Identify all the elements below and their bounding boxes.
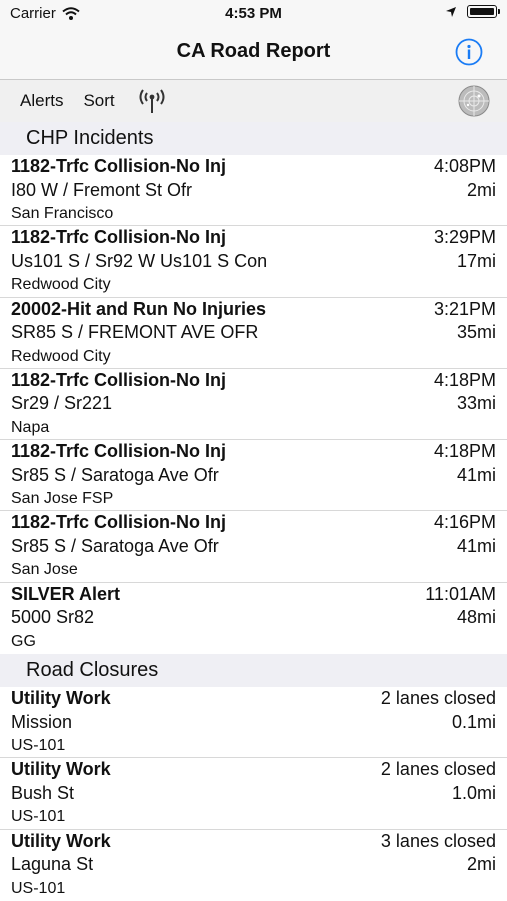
incident-distance: 17mi bbox=[456, 250, 496, 271]
info-icon[interactable] bbox=[455, 38, 483, 66]
toolbar: Alerts Sort bbox=[0, 80, 507, 122]
closure-distance: 0.1mi bbox=[451, 711, 496, 732]
incident-road: Sr85 S / Saratoga Ave Ofr bbox=[11, 535, 219, 556]
incident-road: Sr85 S / Saratoga Ave Ofr bbox=[11, 464, 219, 485]
closure-distance: 2mi bbox=[466, 854, 496, 875]
incident-time: 3:29PM bbox=[433, 227, 496, 248]
incident-title: 1182-Trfc Collision-No Inj bbox=[11, 512, 227, 533]
incident-location: Redwood City bbox=[11, 276, 111, 294]
incident-distance: 48mi bbox=[456, 607, 496, 628]
incident-row[interactable]: 1182-Trfc Collision-No Inj 4:18PM Sr29 / S… bbox=[0, 369, 507, 441]
incident-location: San Francisco bbox=[11, 205, 114, 222]
antenna-icon[interactable] bbox=[135, 86, 169, 116]
incident-title: 1182-Trfc Collision-No Inj bbox=[11, 369, 227, 390]
section-header-closures: Road Closures bbox=[0, 654, 507, 688]
incident-row[interactable]: 20002-Hit and Run No Injuries 3:21PM SR85 … bbox=[0, 298, 507, 369]
incident-title: 20002-Hit and Run No Injuries bbox=[11, 298, 267, 319]
closure-status: 2 lanes closed bbox=[380, 759, 496, 780]
incident-row[interactable]: 1182-Trfc Collision-No Inj 3:29PM Us101 S … bbox=[0, 226, 507, 298]
incident-time: 11:01AM bbox=[425, 583, 496, 604]
status-time: 4:53 PM bbox=[225, 5, 282, 22]
incident-location: San Jose FSP bbox=[11, 490, 114, 508]
incident-distance: 33mi bbox=[456, 393, 496, 414]
incident-location: Redwood City bbox=[11, 347, 111, 365]
closure-row[interactable]: Utility Work 2 lanes closed Bush St 1.0mi US… bbox=[0, 758, 507, 830]
closure-row[interactable]: Utility Work 2 lanes closed Mission 0.1mi US… bbox=[0, 687, 507, 759]
closure-route: US-101 bbox=[11, 879, 66, 897]
page-title: CA Road Report bbox=[176, 40, 331, 62]
incident-distance: 41mi bbox=[456, 464, 496, 485]
incident-road: Us101 S / Sr92 W Us101 S Con bbox=[11, 250, 268, 271]
status-bar: Carrier 4:53 PM bbox=[0, 0, 507, 28]
incident-title: SILVER Alert bbox=[11, 583, 121, 604]
sort-button[interactable]: Sort bbox=[83, 91, 114, 111]
incident-title: 1182-Trfc Collision-No Inj bbox=[11, 227, 227, 248]
incident-location: Napa bbox=[11, 418, 50, 436]
closure-status: 2 lanes closed bbox=[380, 688, 496, 709]
navigation-bar: CA Road Report bbox=[0, 28, 507, 80]
incident-title: 1182-Trfc Collision-No Inj bbox=[11, 441, 227, 462]
road-closure-list: Utility Work 2 lanes closed Mission 0.1mi US… bbox=[0, 687, 507, 901]
closure-title: Utility Work bbox=[11, 830, 111, 851]
closure-title: Utility Work bbox=[11, 688, 111, 709]
incident-time: 3:21PM bbox=[433, 298, 496, 319]
closure-road: Bush St bbox=[11, 782, 75, 803]
incident-distance: 2mi bbox=[466, 179, 496, 200]
chp-incident-list: 1182-Trfc Collision-No Inj 4:08PM I80 W / … bbox=[0, 155, 507, 654]
radar-icon[interactable] bbox=[457, 84, 491, 118]
battery-icon bbox=[467, 5, 500, 18]
closure-title: Utility Work bbox=[11, 759, 111, 780]
closure-road: Laguna St bbox=[11, 854, 94, 875]
closure-distance: 1.0mi bbox=[451, 782, 496, 803]
incident-row[interactable]: 1182-Trfc Collision-No Inj 4:18PM Sr85 S /… bbox=[0, 440, 507, 512]
status-right bbox=[445, 5, 500, 18]
incident-location: GG bbox=[11, 632, 36, 650]
incident-location: San Jose bbox=[11, 561, 78, 579]
closure-row[interactable]: Utility Work 3 lanes closed Laguna St 2mi US… bbox=[0, 830, 507, 901]
incident-time: 4:08PM bbox=[433, 156, 496, 176]
closure-status: 3 lanes closed bbox=[380, 830, 496, 851]
incident-road: Sr29 / Sr221 bbox=[11, 393, 113, 414]
alerts-button[interactable]: Alerts bbox=[20, 91, 63, 111]
incident-row[interactable]: SILVER Alert 11:01AM 5000 Sr82 48mi GG bbox=[0, 583, 507, 654]
incident-road: 5000 Sr82 bbox=[11, 607, 95, 628]
incident-time: 4:16PM bbox=[433, 512, 496, 533]
incident-road: I80 W / Fremont St Ofr bbox=[11, 179, 193, 200]
location-arrow-icon bbox=[446, 6, 456, 17]
incident-row[interactable]: 1182-Trfc Collision-No Inj 4:16PM Sr85 S /… bbox=[0, 511, 507, 583]
section-header-chp: CHP Incidents bbox=[0, 122, 507, 155]
closure-road: Mission bbox=[11, 711, 73, 732]
incident-distance: 41mi bbox=[456, 535, 496, 556]
closure-route: US-101 bbox=[11, 808, 66, 826]
incident-title: 1182-Trfc Collision-No Inj bbox=[11, 156, 227, 176]
incident-road: SR85 S / FREMONT AVE OFR bbox=[11, 322, 259, 343]
incident-time: 4:18PM bbox=[433, 441, 496, 462]
incident-row[interactable]: 1182-Trfc Collision-No Inj 4:08PM I80 W / … bbox=[0, 155, 507, 227]
closure-route: US-101 bbox=[11, 737, 66, 755]
incident-time: 4:18PM bbox=[433, 369, 496, 390]
incident-distance: 35mi bbox=[456, 322, 496, 343]
